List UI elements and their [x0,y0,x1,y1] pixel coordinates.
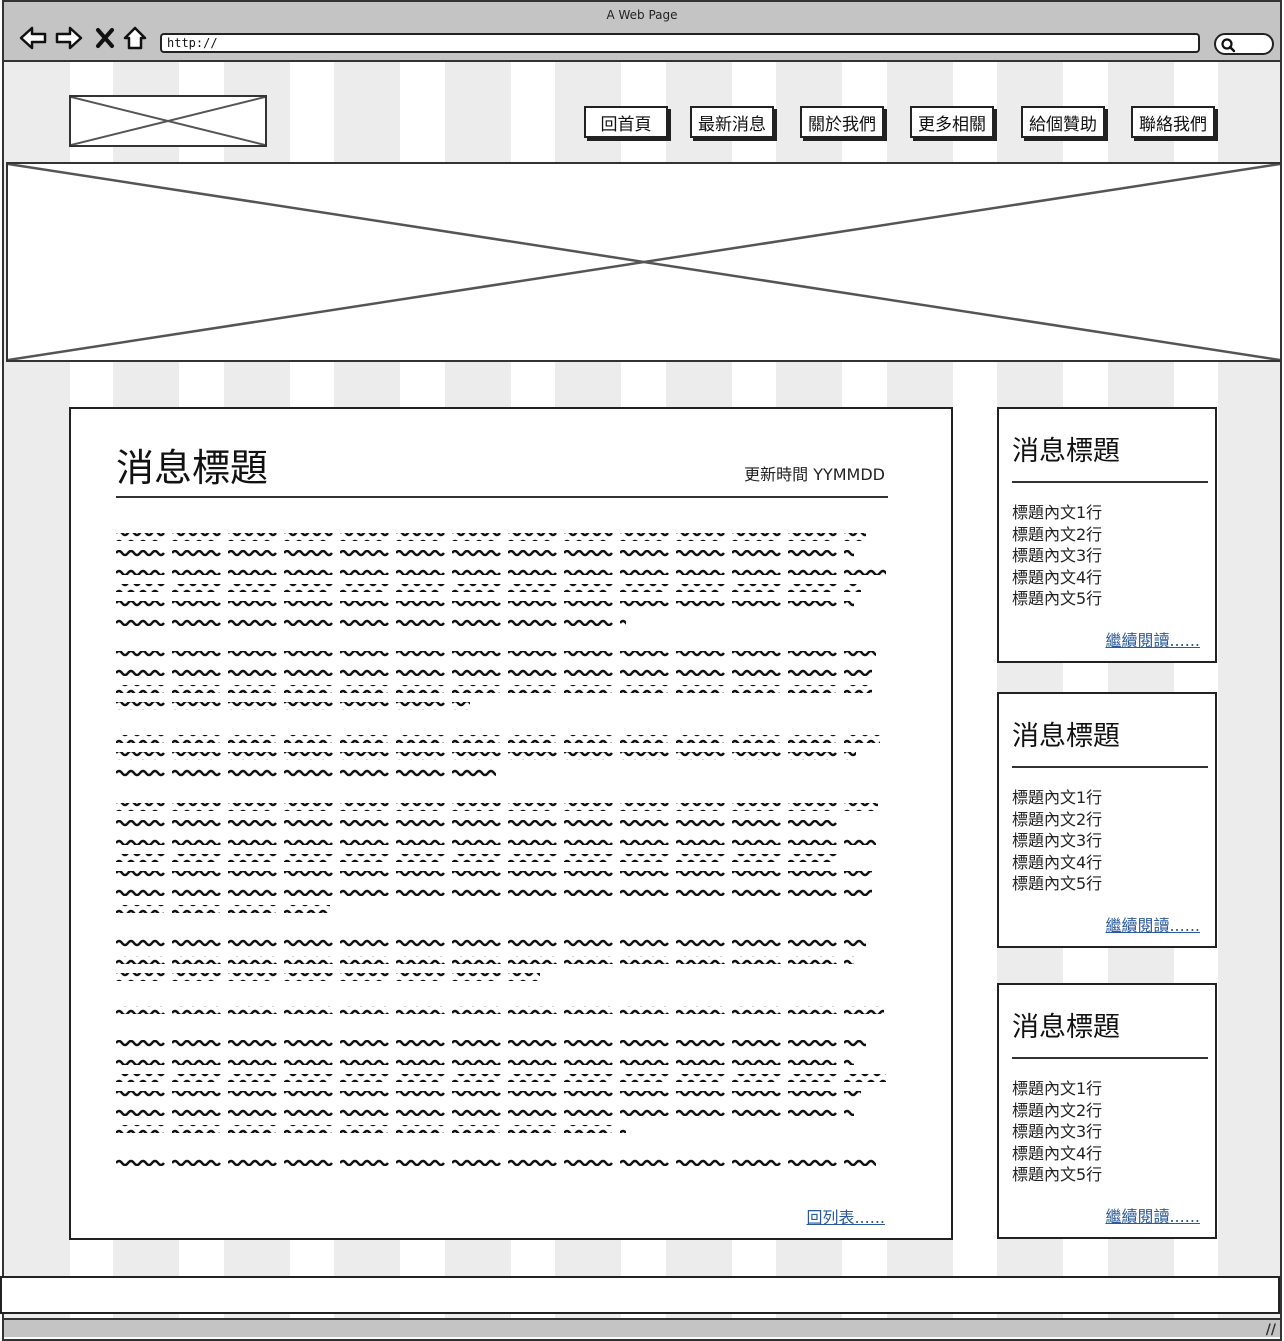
article-title: 消息標題 [116,446,269,490]
card-line: 標題內文5行 [1012,874,1103,893]
card-line: 標題內文3行 [1012,831,1103,850]
read-more-link[interactable]: 繼續閱讀...... [1105,627,1200,651]
nav-button-contact[interactable]: 聯絡我們 [1131,106,1215,138]
card-line: 標題內文2行 [1012,524,1103,544]
scribbled-text-lines [116,533,886,1166]
card-line: 標題內文2行 [1012,809,1103,829]
card-divider [1012,1057,1208,1059]
forward-arrow-icon[interactable] [54,24,84,52]
card-title: 消息標題 [1012,721,1120,752]
close-x-icon[interactable] [90,24,120,52]
browser-status-bar: // [4,1318,1280,1338]
browser-search-field[interactable] [1214,33,1274,55]
article-panel: 消息標題 更新時間 YYMMDD 回列表...... [69,407,953,1240]
card-divider [1012,481,1208,483]
sidebar-news-card: 消息標題 標題內文1行 標題內文2行 標題內文3行 標題內文4行 標題內文5行 … [997,983,1217,1239]
card-line: 標題內文2行 [1012,1100,1103,1120]
url-input[interactable]: http:// [160,33,1200,53]
article-divider [116,496,888,498]
logo-image-placeholder[interactable] [69,95,267,147]
search-icon [1221,38,1236,53]
card-title: 消息標題 [1012,1012,1120,1043]
sidebar-news-card: 消息標題 標題內文1行 標題內文2行 標題內文3行 標題內文4行 標題內文5行 … [997,692,1217,948]
nav-button-sponsor[interactable]: 給個贊助 [1021,106,1105,138]
nav-button-about[interactable]: 關於我們 [800,106,884,138]
home-icon[interactable] [120,24,150,52]
card-line: 標題內文1行 [1012,788,1103,807]
back-arrow-icon[interactable] [18,24,48,52]
card-text-lines: 標題內文1行 標題內文2行 標題內文3行 標題內文4行 標題內文5行 [1012,1078,1102,1186]
card-text-lines: 標題內文1行 標題內文2行 標題內文3行 標題內文4行 標題內文5行 [1012,502,1102,610]
resize-grip-icon[interactable]: // [1266,1322,1276,1338]
nav-button-news[interactable]: 最新消息 [690,106,774,138]
card-text-lines: 標題內文1行 標題內文2行 標題內文3行 標題內文4行 標題內文5行 [1012,787,1102,895]
sidebar-news-card: 消息標題 標題內文1行 標題內文2行 標題內文3行 標題內文4行 標題內文5行 … [997,407,1217,663]
card-title: 消息標題 [1012,436,1120,467]
nav-button-home[interactable]: 回首頁 [584,106,668,138]
card-line: 標題內文4行 [1012,852,1103,872]
article-body-placeholder-text [116,527,888,1187]
card-line: 標題內文5行 [1012,1165,1103,1184]
card-line: 標題內文3行 [1012,546,1103,565]
card-line: 標題內文1行 [1012,1079,1103,1098]
read-more-link[interactable]: 繼續閱讀...... [1105,912,1200,936]
banner-image-placeholder [6,162,1282,362]
card-line: 標題內文4行 [1012,567,1103,587]
page-footer [0,1276,1280,1314]
browser-titlebar: A Web Page http:// [4,2,1280,62]
window-title: A Web Page [606,8,678,22]
card-divider [1012,766,1208,768]
card-line: 標題內文3行 [1012,1122,1103,1141]
back-to-list-link[interactable]: 回列表...... [806,1204,885,1228]
read-more-link[interactable]: 繼續閱讀...... [1105,1203,1200,1227]
nav-button-more[interactable]: 更多相關 [910,106,994,138]
card-line: 標題內文5行 [1012,589,1103,608]
card-line: 標題內文4行 [1012,1143,1103,1163]
card-line: 標題內文1行 [1012,503,1103,522]
article-updated-date: 更新時間 YYMMDD [744,465,885,484]
